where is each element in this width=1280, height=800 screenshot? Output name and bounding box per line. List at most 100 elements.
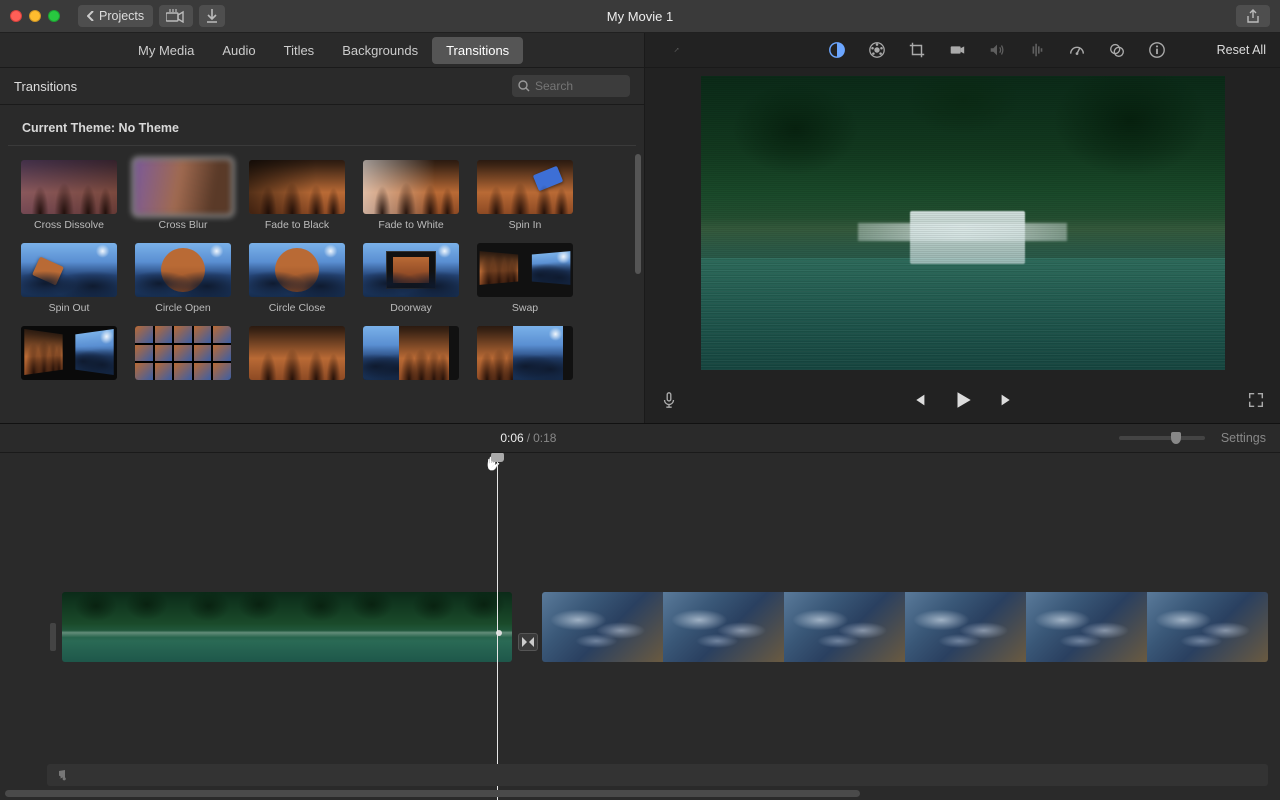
transition-swap[interactable]: Swap bbox=[470, 243, 580, 314]
browser-tabs: My Media Audio Titles Backgrounds Transi… bbox=[0, 33, 644, 68]
timeline-clip-2[interactable] bbox=[542, 592, 1268, 662]
transitions-grid: Cross Dissolve Cross Blur Fade to Black … bbox=[0, 146, 644, 380]
timecode: 0:06/0:18 bbox=[500, 431, 556, 445]
transition-label: Spin In bbox=[509, 219, 542, 231]
transition-thumb bbox=[363, 326, 459, 380]
tab-audio[interactable]: Audio bbox=[208, 37, 269, 64]
transition-thumb bbox=[135, 326, 231, 380]
transition-label: Cross Dissolve bbox=[34, 219, 104, 231]
transition-thumb bbox=[249, 326, 345, 380]
enhance-wand-icon[interactable] bbox=[659, 40, 679, 60]
tab-titles[interactable]: Titles bbox=[270, 37, 329, 64]
import-media-button[interactable] bbox=[159, 5, 193, 27]
transition-fade-to-black[interactable]: Fade to Black bbox=[242, 160, 352, 231]
search-input[interactable] bbox=[535, 79, 613, 93]
projects-back-button[interactable]: Projects bbox=[78, 5, 153, 27]
upper-panes: My Media Audio Titles Backgrounds Transi… bbox=[0, 33, 1280, 423]
transition-label: Swap bbox=[512, 302, 538, 314]
timeline-header: 0:06/0:18 Settings bbox=[0, 423, 1280, 453]
transport-bar bbox=[645, 377, 1280, 423]
music-note-icon bbox=[55, 769, 67, 781]
total-duration: 0:18 bbox=[533, 431, 556, 445]
transport-controls bbox=[910, 389, 1016, 411]
transition-label: Circle Open bbox=[155, 302, 210, 314]
transition-fade-to-white[interactable]: Fade to White bbox=[356, 160, 466, 231]
reset-all-button[interactable]: Reset All bbox=[1217, 43, 1266, 57]
tab-transitions[interactable]: Transitions bbox=[432, 37, 523, 64]
transition-thumb bbox=[477, 326, 573, 380]
transition-thumb bbox=[363, 160, 459, 214]
transition-thumb bbox=[363, 243, 459, 297]
transition-circle-close[interactable]: Circle Close bbox=[242, 243, 352, 314]
video-track bbox=[62, 592, 512, 686]
panel-header: Transitions bbox=[0, 68, 644, 105]
transition-thumb bbox=[135, 243, 231, 297]
transition-thumb bbox=[477, 160, 573, 214]
transition-doorway[interactable]: Doorway bbox=[356, 243, 466, 314]
clip-handle[interactable] bbox=[50, 623, 56, 651]
next-button[interactable] bbox=[998, 391, 1016, 409]
transition-spin-in[interactable]: Spin In bbox=[470, 160, 580, 231]
transitions-grid-wrap: Cross Dissolve Cross Blur Fade to Black … bbox=[0, 146, 644, 423]
transition-spin-out[interactable]: Spin Out bbox=[14, 243, 124, 314]
projects-back-label: Projects bbox=[99, 9, 144, 23]
share-button[interactable] bbox=[1236, 5, 1270, 27]
transition-label: Cross Blur bbox=[158, 219, 207, 231]
timeline-scrollbar[interactable] bbox=[5, 790, 860, 797]
preview-pane: Reset All bbox=[645, 33, 1280, 423]
stabilization-icon[interactable] bbox=[947, 40, 967, 60]
background-music-track[interactable] bbox=[47, 764, 1268, 786]
transition-circle-open[interactable]: Circle Open bbox=[128, 243, 238, 314]
transition-label: Fade to White bbox=[378, 219, 443, 231]
noise-reduction-icon[interactable] bbox=[1027, 40, 1047, 60]
speed-icon[interactable] bbox=[1067, 40, 1087, 60]
adjust-toolbar: Reset All bbox=[645, 33, 1280, 68]
panel-title: Transitions bbox=[14, 79, 77, 94]
transition-thumb bbox=[477, 243, 573, 297]
video-track bbox=[542, 592, 1268, 686]
timeline-clip-1[interactable] bbox=[62, 592, 512, 662]
transition-spin[interactable] bbox=[242, 326, 352, 380]
play-button[interactable] bbox=[952, 389, 974, 411]
tab-my-media[interactable]: My Media bbox=[124, 37, 208, 64]
timeline[interactable]: ✋ bbox=[0, 453, 1280, 800]
fullscreen-icon[interactable] bbox=[1246, 390, 1266, 410]
transition-thumb bbox=[21, 326, 117, 380]
media-browser: My Media Audio Titles Backgrounds Transi… bbox=[0, 33, 645, 423]
volume-icon[interactable] bbox=[987, 40, 1007, 60]
transition-thumb bbox=[249, 243, 345, 297]
transition-cross-blur[interactable]: Cross Blur bbox=[128, 160, 238, 231]
transition-cube[interactable] bbox=[14, 326, 124, 380]
preview-frame bbox=[701, 76, 1225, 370]
transition-cross-dissolve[interactable]: Cross Dissolve bbox=[14, 160, 124, 231]
transition-slide-right[interactable] bbox=[356, 326, 466, 380]
color-balance-icon[interactable] bbox=[827, 40, 847, 60]
info-icon[interactable] bbox=[1147, 40, 1167, 60]
transition-slide-left[interactable] bbox=[470, 326, 580, 380]
download-button[interactable] bbox=[199, 5, 225, 27]
tab-backgrounds[interactable]: Backgrounds bbox=[328, 37, 432, 64]
search-field[interactable] bbox=[512, 75, 630, 97]
current-time: 0:06 bbox=[500, 431, 523, 445]
color-correction-icon[interactable] bbox=[867, 40, 887, 60]
prev-button[interactable] bbox=[910, 391, 928, 409]
playhead[interactable] bbox=[497, 453, 498, 800]
transition-thumb bbox=[135, 160, 231, 214]
crop-icon[interactable] bbox=[907, 40, 927, 60]
transition-label: Doorway bbox=[390, 302, 431, 314]
maximize-window-button[interactable] bbox=[48, 10, 60, 22]
preview-viewer[interactable] bbox=[645, 68, 1280, 377]
transition-thumb bbox=[21, 160, 117, 214]
timeline-settings-button[interactable]: Settings bbox=[1221, 431, 1266, 445]
zoom-slider[interactable] bbox=[1119, 436, 1205, 440]
clip-filter-icon[interactable] bbox=[1107, 40, 1127, 60]
theme-label: Current Theme: No Theme bbox=[8, 105, 636, 146]
window-controls bbox=[10, 10, 60, 22]
transition-marker[interactable] bbox=[518, 633, 538, 651]
transition-label: Spin Out bbox=[49, 302, 90, 314]
voiceover-mic-icon[interactable] bbox=[659, 390, 679, 410]
close-window-button[interactable] bbox=[10, 10, 22, 22]
browser-scrollbar[interactable] bbox=[635, 154, 641, 274]
minimize-window-button[interactable] bbox=[29, 10, 41, 22]
transition-mosaic[interactable] bbox=[128, 326, 238, 380]
